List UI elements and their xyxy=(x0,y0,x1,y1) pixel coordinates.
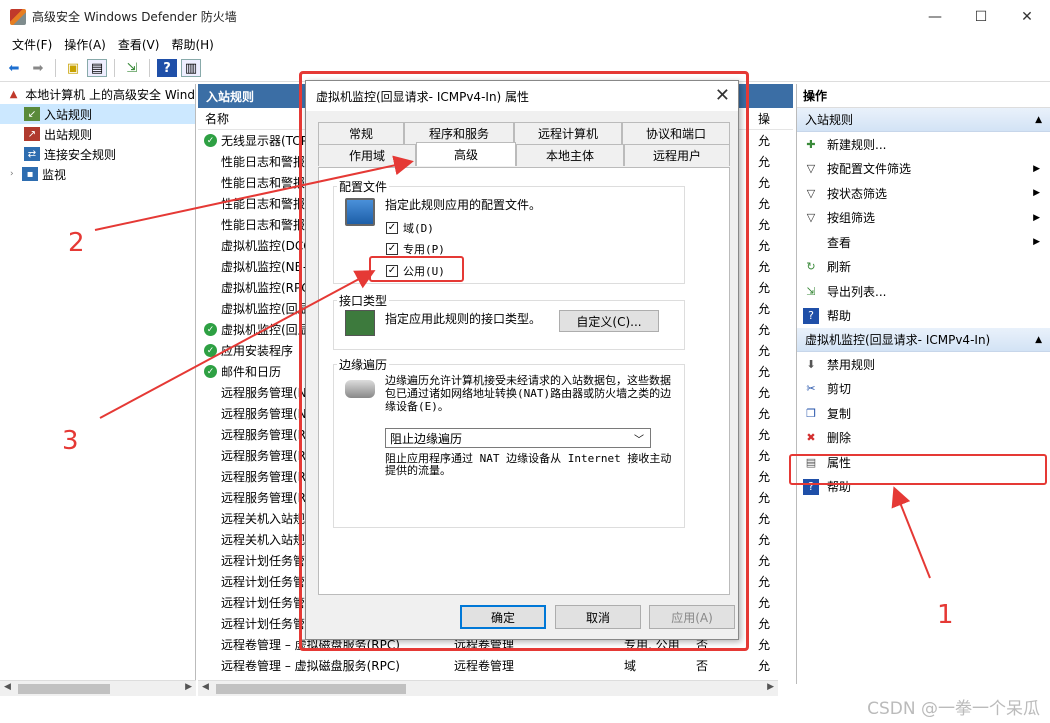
watermark: CSDN @一拳一个呆瓜 xyxy=(867,699,1040,719)
annotation-arrows xyxy=(94,155,931,579)
annotation-number-1: 1 xyxy=(937,600,954,630)
annotation-number-3: 3 xyxy=(62,426,79,456)
annotation-number-2: 2 xyxy=(68,228,85,258)
tab-advanced[interactable]: 高级 xyxy=(416,142,516,166)
